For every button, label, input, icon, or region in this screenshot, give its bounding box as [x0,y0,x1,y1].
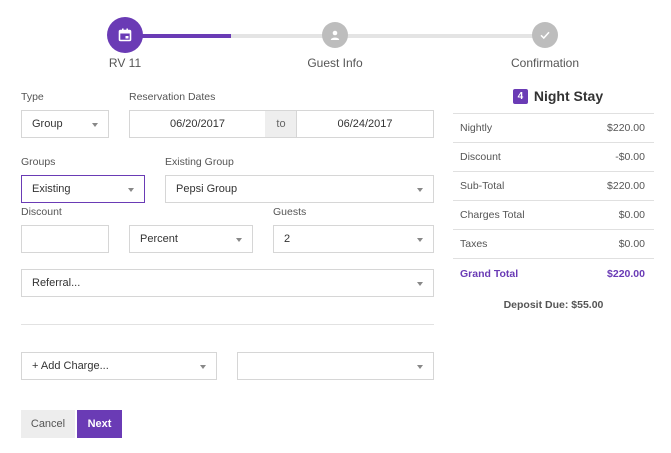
summary-row-charges-total: Charges Total $0.00 [453,201,654,230]
add-charge-select[interactable]: + Add Charge... [21,352,217,380]
chevron-down-icon [417,238,423,242]
end-date-value: 06/24/2017 [337,118,393,130]
guests-select-value: 2 [284,233,291,245]
nights-count-badge: 4 [512,88,528,104]
existing-group-value: Pepsi Group [176,183,238,195]
groups-select[interactable]: Existing [21,175,145,203]
step-confirmation-circle[interactable] [532,22,558,48]
price-summary: Nightly $220.00 Discount -$0.00 Sub-Tota… [453,113,654,288]
discount-unit-select[interactable]: Percent [129,225,253,253]
summary-row-value: $220.00 [607,122,645,134]
summary-row-value: $220.00 [607,180,645,192]
summary-row-label: Sub-Total [460,180,505,192]
summary-row-nightly: Nightly $220.00 [453,114,654,143]
summary-row-value: $0.00 [618,238,645,250]
grand-total-label: Grand Total [460,267,519,280]
step-guest-info-circle[interactable] [322,22,348,48]
person-icon [330,30,340,40]
chevron-down-icon [200,365,206,369]
step-rv-circle[interactable] [107,17,143,53]
discount-input[interactable] [21,225,109,253]
chevron-down-icon [128,188,134,192]
existing-group-select[interactable]: Pepsi Group [165,175,434,203]
chevron-down-icon [417,282,423,286]
next-button[interactable]: Next [77,410,122,438]
divider [21,324,434,325]
add-charge-value: + Add Charge... [32,360,109,372]
discount-unit-value: Percent [140,233,178,245]
summary-row-discount: Discount -$0.00 [453,143,654,172]
discount-label: Discount [21,206,62,218]
chevron-down-icon [236,238,242,242]
date-range-separator: to [265,110,297,138]
step-confirmation-label: Confirmation [510,56,580,70]
groups-select-value: Existing [32,183,71,195]
referral-select[interactable]: Referral... [21,269,434,297]
chevron-down-icon [92,123,98,127]
night-stay-label: Night Stay [533,88,604,104]
grand-total-value: $220.00 [607,267,645,280]
end-date-input[interactable]: 06/24/2017 [296,110,434,138]
guests-select[interactable]: 2 [273,225,434,253]
start-date-input[interactable]: 06/20/2017 [129,110,266,138]
calendar-icon [118,28,132,42]
existing-group-label: Existing Group [165,156,234,168]
step-rv-label: RV 11 [108,56,142,70]
deposit-due: Deposit Due: $55.00 [503,299,604,311]
cancel-button[interactable]: Cancel [21,410,75,438]
summary-row-taxes: Taxes $0.00 [453,230,654,259]
charge-option-select[interactable] [237,352,434,380]
summary-row-label: Discount [460,151,501,163]
reservation-dates-label: Reservation Dates [129,91,216,103]
check-icon [540,31,550,40]
groups-label: Groups [21,156,56,168]
chevron-down-icon [417,188,423,192]
summary-row-value: $0.00 [618,209,645,221]
chevron-down-icon [417,365,423,369]
referral-select-value: Referral... [32,277,81,289]
summary-row-subtotal: Sub-Total $220.00 [453,172,654,201]
start-date-value: 06/20/2017 [169,118,226,130]
summary-row-value: -$0.00 [615,151,645,163]
step-guest-info-label: Guest Info [307,56,363,70]
type-select[interactable]: Group [21,110,109,138]
guests-label: Guests [273,206,307,218]
summary-row-label: Nightly [460,122,493,134]
summary-row-label: Taxes [460,238,488,250]
type-select-value: Group [32,118,63,130]
summary-row-label: Charges Total [460,209,525,221]
summary-row-grand-total: Grand Total $220.00 [453,259,654,288]
night-stay-header: 4 Night Stay [453,88,663,104]
type-label: Type [21,91,44,103]
